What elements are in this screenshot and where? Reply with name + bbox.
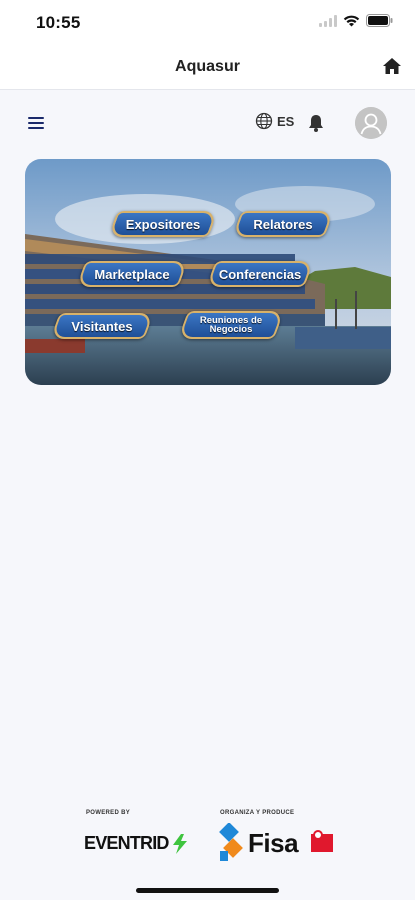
expositores-button[interactable]: Expositores [108, 211, 218, 237]
battery-icon [366, 14, 393, 27]
status-icons [319, 14, 393, 27]
language-selector[interactable]: ES [255, 112, 294, 130]
fisa-mark-icon [219, 823, 243, 861]
conferencias-button[interactable]: Conferencias [206, 261, 314, 287]
partner-logo [311, 830, 333, 852]
footer: POWERED BY ORGANIZA Y PRODUCE EVENTRID F… [0, 805, 415, 865]
signal-icon [319, 14, 337, 27]
visitantes-button[interactable]: Visitantes [50, 313, 154, 339]
venue-image [25, 159, 391, 385]
powered-by-label: POWERED BY [86, 810, 131, 816]
marketplace-button[interactable]: Marketplace [76, 261, 188, 287]
eventrid-logo: EVENTRID [84, 833, 189, 854]
status-time: 10:55 [36, 13, 81, 32]
status-bar: 10:55 [0, 0, 415, 44]
event-banner: Expositores Relatores Marketplace Confer… [25, 159, 391, 385]
hamburger-menu-icon[interactable] [28, 117, 44, 131]
wifi-icon [343, 15, 360, 27]
bell-icon[interactable] [306, 113, 326, 133]
fisa-logo: Fisa [218, 823, 299, 863]
home-icon[interactable] [381, 55, 403, 77]
reuniones-de-negocios-button[interactable]: Reuniones de Negocios [177, 311, 285, 339]
relatores-button[interactable]: Relatores [232, 211, 334, 237]
toolbar: ES [0, 100, 415, 146]
home-indicator[interactable] [136, 888, 279, 893]
organiza-label: ORGANIZA Y PRODUCE [220, 810, 295, 816]
page-title: Aquasur [175, 58, 240, 75]
eventrid-bolt-icon [172, 833, 187, 854]
app-header: Aquasur [0, 44, 415, 90]
globe-icon [255, 112, 273, 130]
language-label: ES [277, 113, 295, 129]
user-avatar-icon[interactable] [355, 107, 387, 139]
